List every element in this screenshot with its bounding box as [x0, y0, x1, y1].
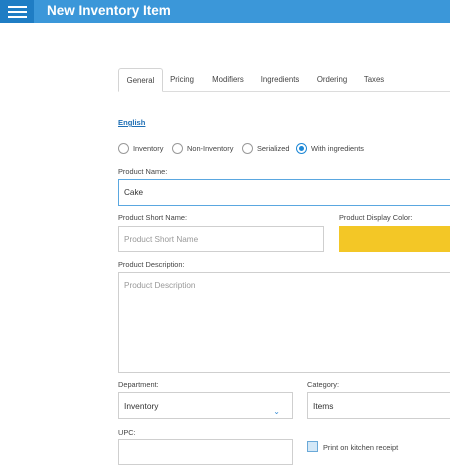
radio-serialized[interactable]: Serialized	[242, 143, 289, 154]
product-short-name-label: Product Short Name:	[118, 213, 188, 222]
print-on-kitchen-receipt-checkbox[interactable]	[307, 441, 318, 452]
tab-ordering[interactable]: Ordering	[314, 68, 350, 91]
radio-label: With ingredients	[311, 144, 364, 153]
tab-bar: General Pricing Modifiers Ingredients Or…	[118, 68, 450, 92]
department-select[interactable]: Inventory ⌄	[118, 392, 293, 419]
menu-line	[7, 5, 27, 8]
category-select[interactable]: Items	[307, 392, 450, 419]
radio-selected-icon	[296, 143, 307, 154]
menu-line	[7, 15, 27, 18]
radio-inventory[interactable]: Inventory	[118, 143, 163, 154]
radio-circle-icon	[118, 143, 129, 154]
tab-pricing[interactable]: Pricing	[166, 68, 198, 91]
radio-circle-icon	[172, 143, 183, 154]
hamburger-menu-icon[interactable]	[0, 0, 34, 23]
tab-general[interactable]: General	[118, 68, 163, 92]
department-value: Inventory	[124, 401, 159, 411]
radio-non-inventory[interactable]: Non-Inventory	[172, 143, 233, 154]
tab-taxes[interactable]: Taxes	[361, 68, 387, 91]
app-header: New Inventory Item	[0, 0, 450, 23]
print-on-kitchen-receipt-label: Print on kitchen receipt	[323, 443, 399, 452]
language-link[interactable]: English	[118, 118, 145, 127]
upc-input[interactable]	[118, 439, 293, 465]
upc-label: UPC:	[118, 428, 136, 437]
radio-circle-icon	[242, 143, 253, 154]
tab-modifiers[interactable]: Modifiers	[208, 68, 248, 91]
product-short-name-input[interactable]	[118, 226, 324, 252]
department-label: Department:	[118, 380, 159, 389]
product-display-color-swatch[interactable]	[339, 226, 450, 252]
chevron-down-icon: ⌄	[273, 407, 280, 416]
tab-ingredients[interactable]: Ingredients	[258, 68, 302, 91]
radio-with-ingredients[interactable]: With ingredients	[296, 143, 364, 154]
category-value: Items	[313, 401, 334, 411]
product-name-input[interactable]	[118, 179, 450, 206]
page-title: New Inventory Item	[47, 3, 171, 18]
product-display-color-label: Product Display Color:	[339, 213, 413, 222]
category-label: Category:	[307, 380, 340, 389]
menu-line	[7, 10, 27, 13]
product-description-label: Product Description:	[118, 260, 185, 269]
product-name-label: Product Name:	[118, 167, 168, 176]
radio-label: Inventory	[133, 144, 164, 153]
radio-label: Serialized	[257, 144, 290, 153]
product-description-textarea[interactable]	[118, 272, 450, 373]
radio-label: Non-Inventory	[187, 144, 234, 153]
